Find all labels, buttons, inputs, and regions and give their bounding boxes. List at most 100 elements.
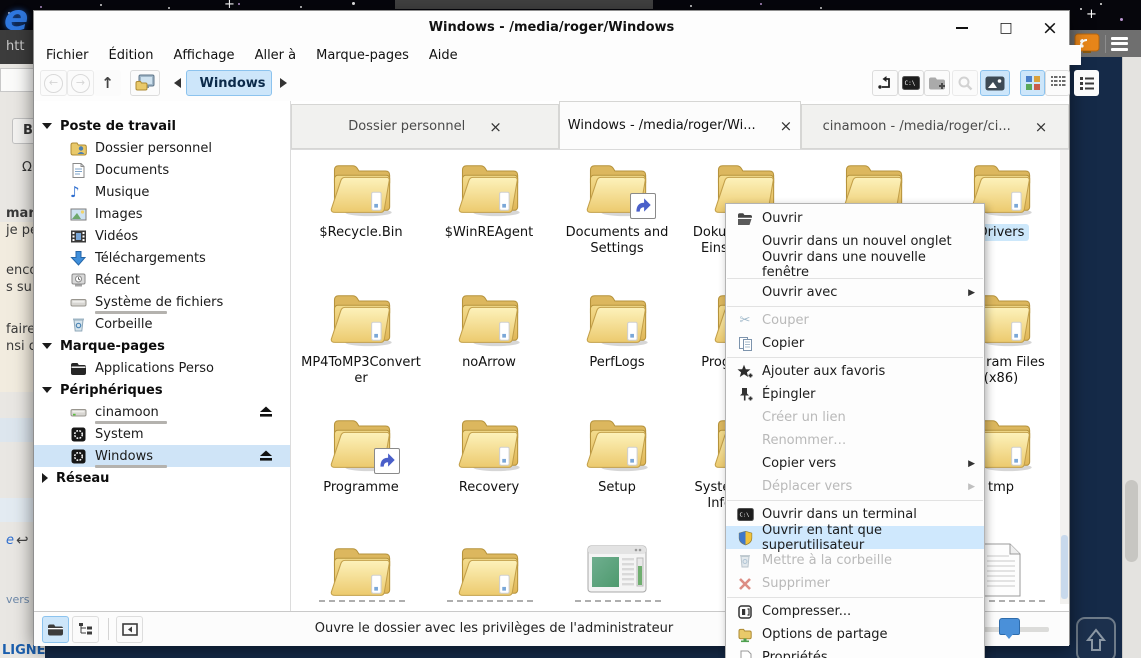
svg-text:C:\: C:\: [905, 80, 916, 87]
menu-fichier[interactable]: Fichier: [46, 48, 89, 63]
scrollbar-thumb[interactable]: [1125, 480, 1138, 562]
svg-text:C:\: C:\: [739, 512, 749, 518]
file-noarrow[interactable]: noArrow: [427, 287, 551, 371]
sidebar-item-cinamoon[interactable]: cinamoon: [34, 401, 290, 423]
menu-aller-a[interactable]: Aller à: [255, 48, 297, 63]
tab-close-icon[interactable]: ×: [780, 117, 793, 135]
show-tree-button[interactable]: [72, 616, 99, 643]
eject-icon[interactable]: [258, 449, 274, 462]
icon-view-button[interactable]: [1020, 70, 1045, 96]
tab-dossier-personnel[interactable]: Dossier personnel×: [291, 104, 559, 149]
file-view-scrollbar[interactable]: [1060, 150, 1069, 604]
sidebar-section-reseau[interactable]: Réseau: [34, 467, 290, 489]
shortcut-arrow-icon: [374, 448, 400, 474]
zoom-slider[interactable]: [981, 627, 1049, 632]
menu-item-copier-vers[interactable]: Copier vers▶: [726, 452, 984, 475]
open-terminal-button[interactable]: C:\: [898, 70, 924, 96]
file-recovery[interactable]: Recovery: [427, 412, 551, 496]
detailed-list-view-button[interactable]: [1074, 70, 1099, 96]
file-programme[interactable]: Programme: [299, 412, 423, 496]
tab-close-icon[interactable]: ×: [1035, 118, 1048, 136]
menu-icon[interactable]: [1111, 34, 1128, 53]
sidebar-section-peripheriques[interactable]: Périphériques: [34, 379, 290, 401]
sidebar-item-dossier-personnel[interactable]: Dossier personnel: [34, 137, 290, 159]
up-button[interactable]: ↑: [94, 70, 121, 96]
minimize-button[interactable]: [953, 19, 971, 37]
file-perflogs[interactable]: PerfLogs: [555, 287, 679, 371]
show-places-button[interactable]: [42, 616, 69, 643]
menu-item-epingler[interactable]: Épingler: [726, 383, 984, 406]
sidebar-item-musique[interactable]: ♪ Musique: [34, 181, 290, 203]
sidebar-item-videos[interactable]: Vidéos: [34, 225, 290, 247]
forward-button[interactable]: →: [67, 70, 94, 96]
sidebar-item-documents[interactable]: Documents: [34, 159, 290, 181]
terminal-icon: C:\: [902, 76, 920, 90]
hide-panel-button[interactable]: [116, 616, 143, 643]
tab-scroll-left-icon[interactable]: [168, 70, 186, 96]
menu-item-proprietes[interactable]: Propriétés: [726, 646, 984, 658]
file-mp4tomp3converter[interactable]: MP4ToMP3Converter: [299, 287, 423, 387]
eject-icon[interactable]: [258, 405, 274, 418]
back-button[interactable]: ←: [40, 70, 67, 96]
menu-item-ouvrir[interactable]: Ouvrir: [726, 207, 984, 230]
search-button[interactable]: [952, 70, 978, 96]
menu-item-compresser[interactable]: Compresser...: [726, 600, 984, 623]
compact-view-button[interactable]: [1045, 70, 1070, 96]
file-winreagent[interactable]: $WinREAgent: [427, 157, 551, 241]
background-scrollbar[interactable]: [1122, 57, 1141, 658]
go-to-path-button[interactable]: [872, 70, 898, 96]
places-home-button[interactable]: [130, 70, 160, 96]
submenu-arrow-icon: ▶: [968, 459, 975, 469]
tab-close-icon[interactable]: ×: [489, 118, 502, 136]
sidebar-item-corbeille[interactable]: Corbeille: [34, 313, 290, 335]
close-button[interactable]: ×: [1041, 19, 1059, 37]
menu-edition[interactable]: Édition: [109, 48, 154, 63]
submenu-arrow-icon: ▶: [968, 288, 975, 298]
menu-item-ouvrir-superutilisateur[interactable]: Ouvrir en tant que superutilisateur: [726, 526, 984, 549]
delete-x-icon: [736, 576, 754, 592]
menu-item-options-de-partage[interactable]: Options de partage: [726, 623, 984, 646]
dark-folder-icon: [70, 360, 87, 377]
statusbar-separator: [108, 618, 109, 640]
link-fragment[interactable]: vers: [6, 593, 30, 606]
properties-icon: [736, 650, 754, 658]
tab-windows[interactable]: Windows - /media/roger/Wi...×: [559, 101, 801, 149]
sidebar: Poste de travail Dossier personnel Docum…: [34, 101, 291, 611]
sidebar-item-system[interactable]: System: [34, 423, 290, 445]
file-folder[interactable]: [299, 540, 423, 602]
file-application[interactable]: [555, 540, 679, 602]
tab-cinamoon[interactable]: cinamoon - /media/roger/ci...×: [801, 104, 1069, 149]
show-thumbnails-button[interactable]: [980, 70, 1010, 96]
menu-aide[interactable]: Aide: [429, 48, 458, 63]
file-recycle-bin[interactable]: $Recycle.Bin: [299, 157, 423, 241]
menu-item-ouvrir-nouvelle-fenetre[interactable]: Ouvrir dans une nouvelle fenêtre: [726, 253, 984, 276]
path-button[interactable]: Windows: [186, 70, 272, 96]
sidebar-item-images[interactable]: Images: [34, 203, 290, 225]
sidebar-item-windows[interactable]: Windows: [34, 445, 290, 467]
maximize-button[interactable]: □: [997, 19, 1015, 37]
menu-item-ouvrir-avec[interactable]: Ouvrir avec▶: [726, 281, 984, 304]
scrollbar-thumb[interactable]: [1061, 535, 1068, 599]
file-folder[interactable]: [427, 540, 551, 602]
file-documents-and-settings[interactable]: Documents and Settings: [555, 157, 679, 257]
scroll-to-top-button[interactable]: [1076, 617, 1116, 658]
sidebar-section-marque-pages[interactable]: Marque-pages: [34, 335, 290, 357]
sidebar-item-applications-perso[interactable]: Applications Perso: [34, 357, 290, 379]
titlebar[interactable]: Windows - /media/roger/Windows □ ×: [34, 11, 1069, 45]
sidebar-item-systeme-de-fichiers[interactable]: Système de fichiers: [34, 291, 290, 313]
new-folder-button[interactable]: [924, 70, 950, 96]
menu-item-copier[interactable]: Copier: [726, 332, 984, 355]
tab-scroll-right-icon[interactable]: [274, 70, 292, 96]
file-setup[interactable]: Setup: [555, 412, 679, 496]
zoom-slider-handle[interactable]: [999, 618, 1020, 635]
sidebar-section-poste-de-travail[interactable]: Poste de travail: [34, 115, 290, 137]
menu-separator: [727, 357, 983, 358]
menu-affichage[interactable]: Affichage: [173, 48, 234, 63]
menu-marque-pages[interactable]: Marque-pages: [316, 48, 409, 63]
home-folder-icon: [70, 140, 87, 157]
reply-arrow-icon[interactable]: ↩: [16, 531, 29, 549]
sidebar-item-recent[interactable]: Récent: [34, 269, 290, 291]
download-icon: [70, 250, 87, 267]
sidebar-item-telechargements[interactable]: Téléchargements: [34, 247, 290, 269]
menu-item-ajouter-aux-favoris[interactable]: Ajouter aux favoris: [726, 360, 984, 383]
